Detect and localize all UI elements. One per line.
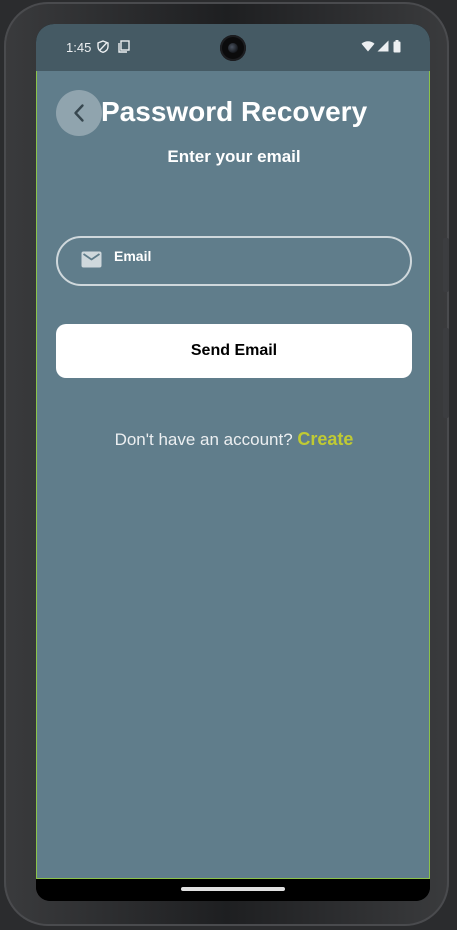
chevron-left-icon: [74, 104, 84, 122]
screen-icon: [118, 40, 130, 53]
page-subtitle: Enter your email: [167, 147, 301, 166]
signal-icon: [377, 40, 389, 52]
mail-icon: [81, 251, 102, 268]
battery-icon: [393, 40, 401, 53]
email-input[interactable]: [114, 245, 394, 267]
phone-frame: 1:45 Password Recovery Enter your email …: [4, 2, 449, 926]
navigation-bar: [36, 880, 430, 901]
send-email-button[interactable]: Send Email: [56, 324, 412, 378]
status-bar: 1:45: [36, 24, 430, 71]
signup-prompt-row: Don't have an account? Create: [37, 429, 430, 450]
home-gesture-handle[interactable]: [181, 887, 285, 891]
phone-screen: 1:45 Password Recovery Enter your email …: [36, 24, 430, 901]
camera-cutout: [220, 35, 246, 61]
volume-button: [443, 328, 449, 418]
status-time: 1:45: [66, 40, 92, 55]
password-recovery-screen: Password Recovery Enter your email Send …: [36, 71, 430, 879]
page-title: Password Recovery: [101, 96, 368, 127]
power-button: [443, 238, 449, 292]
wifi-icon: [361, 41, 375, 52]
back-button[interactable]: [56, 90, 102, 136]
email-field[interactable]: [56, 236, 412, 286]
signup-prompt-text: Don't have an account?: [114, 430, 293, 449]
create-account-link[interactable]: Create: [297, 429, 353, 449]
shield-icon: [97, 40, 109, 53]
